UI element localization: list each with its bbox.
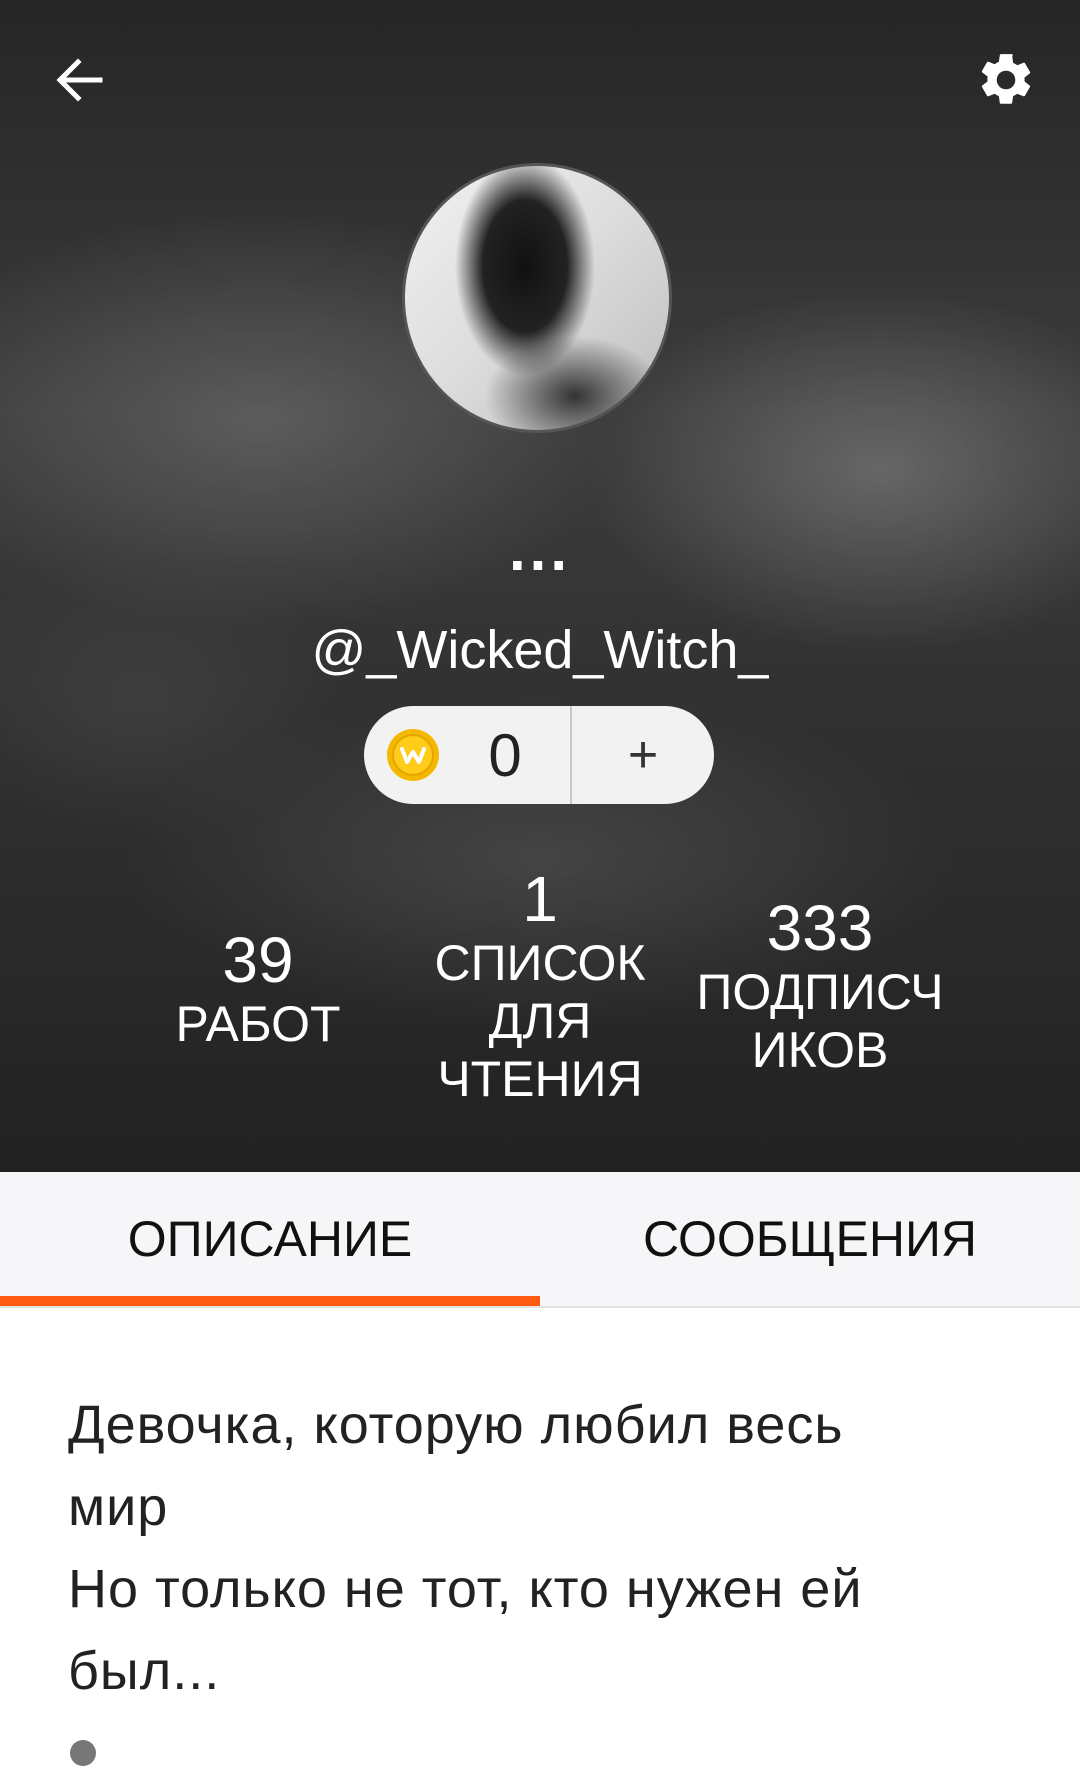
avatar[interactable]	[402, 163, 672, 433]
username: @_Wicked_Witch_	[311, 620, 769, 680]
stat-followers[interactable]: 333 ПОДПИСЧ ИКОВ	[690, 893, 950, 1079]
tab-messages[interactable]: СООБЩЕНИЯ	[540, 1172, 1080, 1306]
arrow-left-icon	[56, 58, 103, 102]
followers-count: 333	[766, 892, 874, 964]
stat-reading-lists[interactable]: 1 СПИСОК ДЛЯ ЧТЕНИЯ	[430, 864, 650, 1108]
settings-button[interactable]	[968, 42, 1044, 118]
content-indicator-dot	[70, 1740, 96, 1766]
back-button[interactable]	[44, 44, 116, 116]
coin-balance-pill[interactable]: 0 +	[364, 706, 714, 804]
reading-lists-count: 1	[522, 863, 558, 935]
stat-works[interactable]: 39 РАБОТ	[158, 925, 358, 1053]
profile-header: ... @_Wicked_Witch_ 0 + 39 РАБОТ 1 СПИСО…	[0, 0, 1080, 1172]
tab-about[interactable]: ОПИСАНИЕ	[0, 1172, 540, 1306]
works-count: 39	[222, 924, 294, 996]
wattpad-coin-icon	[387, 729, 439, 781]
display-name: ...	[508, 516, 571, 583]
reading-lists-label-line: СПИСОК	[434, 935, 646, 991]
reading-lists-label-line: ДЛЯ	[488, 993, 592, 1049]
followers-label-line: ИКОВ	[751, 1022, 889, 1078]
followers-label-line: ПОДПИСЧ	[696, 964, 944, 1020]
works-label: РАБОТ	[175, 996, 341, 1052]
profile-description: Девочка, которую любил весь мир Но тольк…	[68, 1395, 863, 1701]
coin-count: 0	[488, 721, 522, 789]
profile-tabs: ОПИСАНИЕ СООБЩЕНИЯ	[0, 1172, 1080, 1308]
reading-lists-label-line: ЧТЕНИЯ	[437, 1051, 643, 1107]
add-coins-button[interactable]: +	[572, 706, 714, 804]
gear-icon	[981, 54, 1031, 104]
